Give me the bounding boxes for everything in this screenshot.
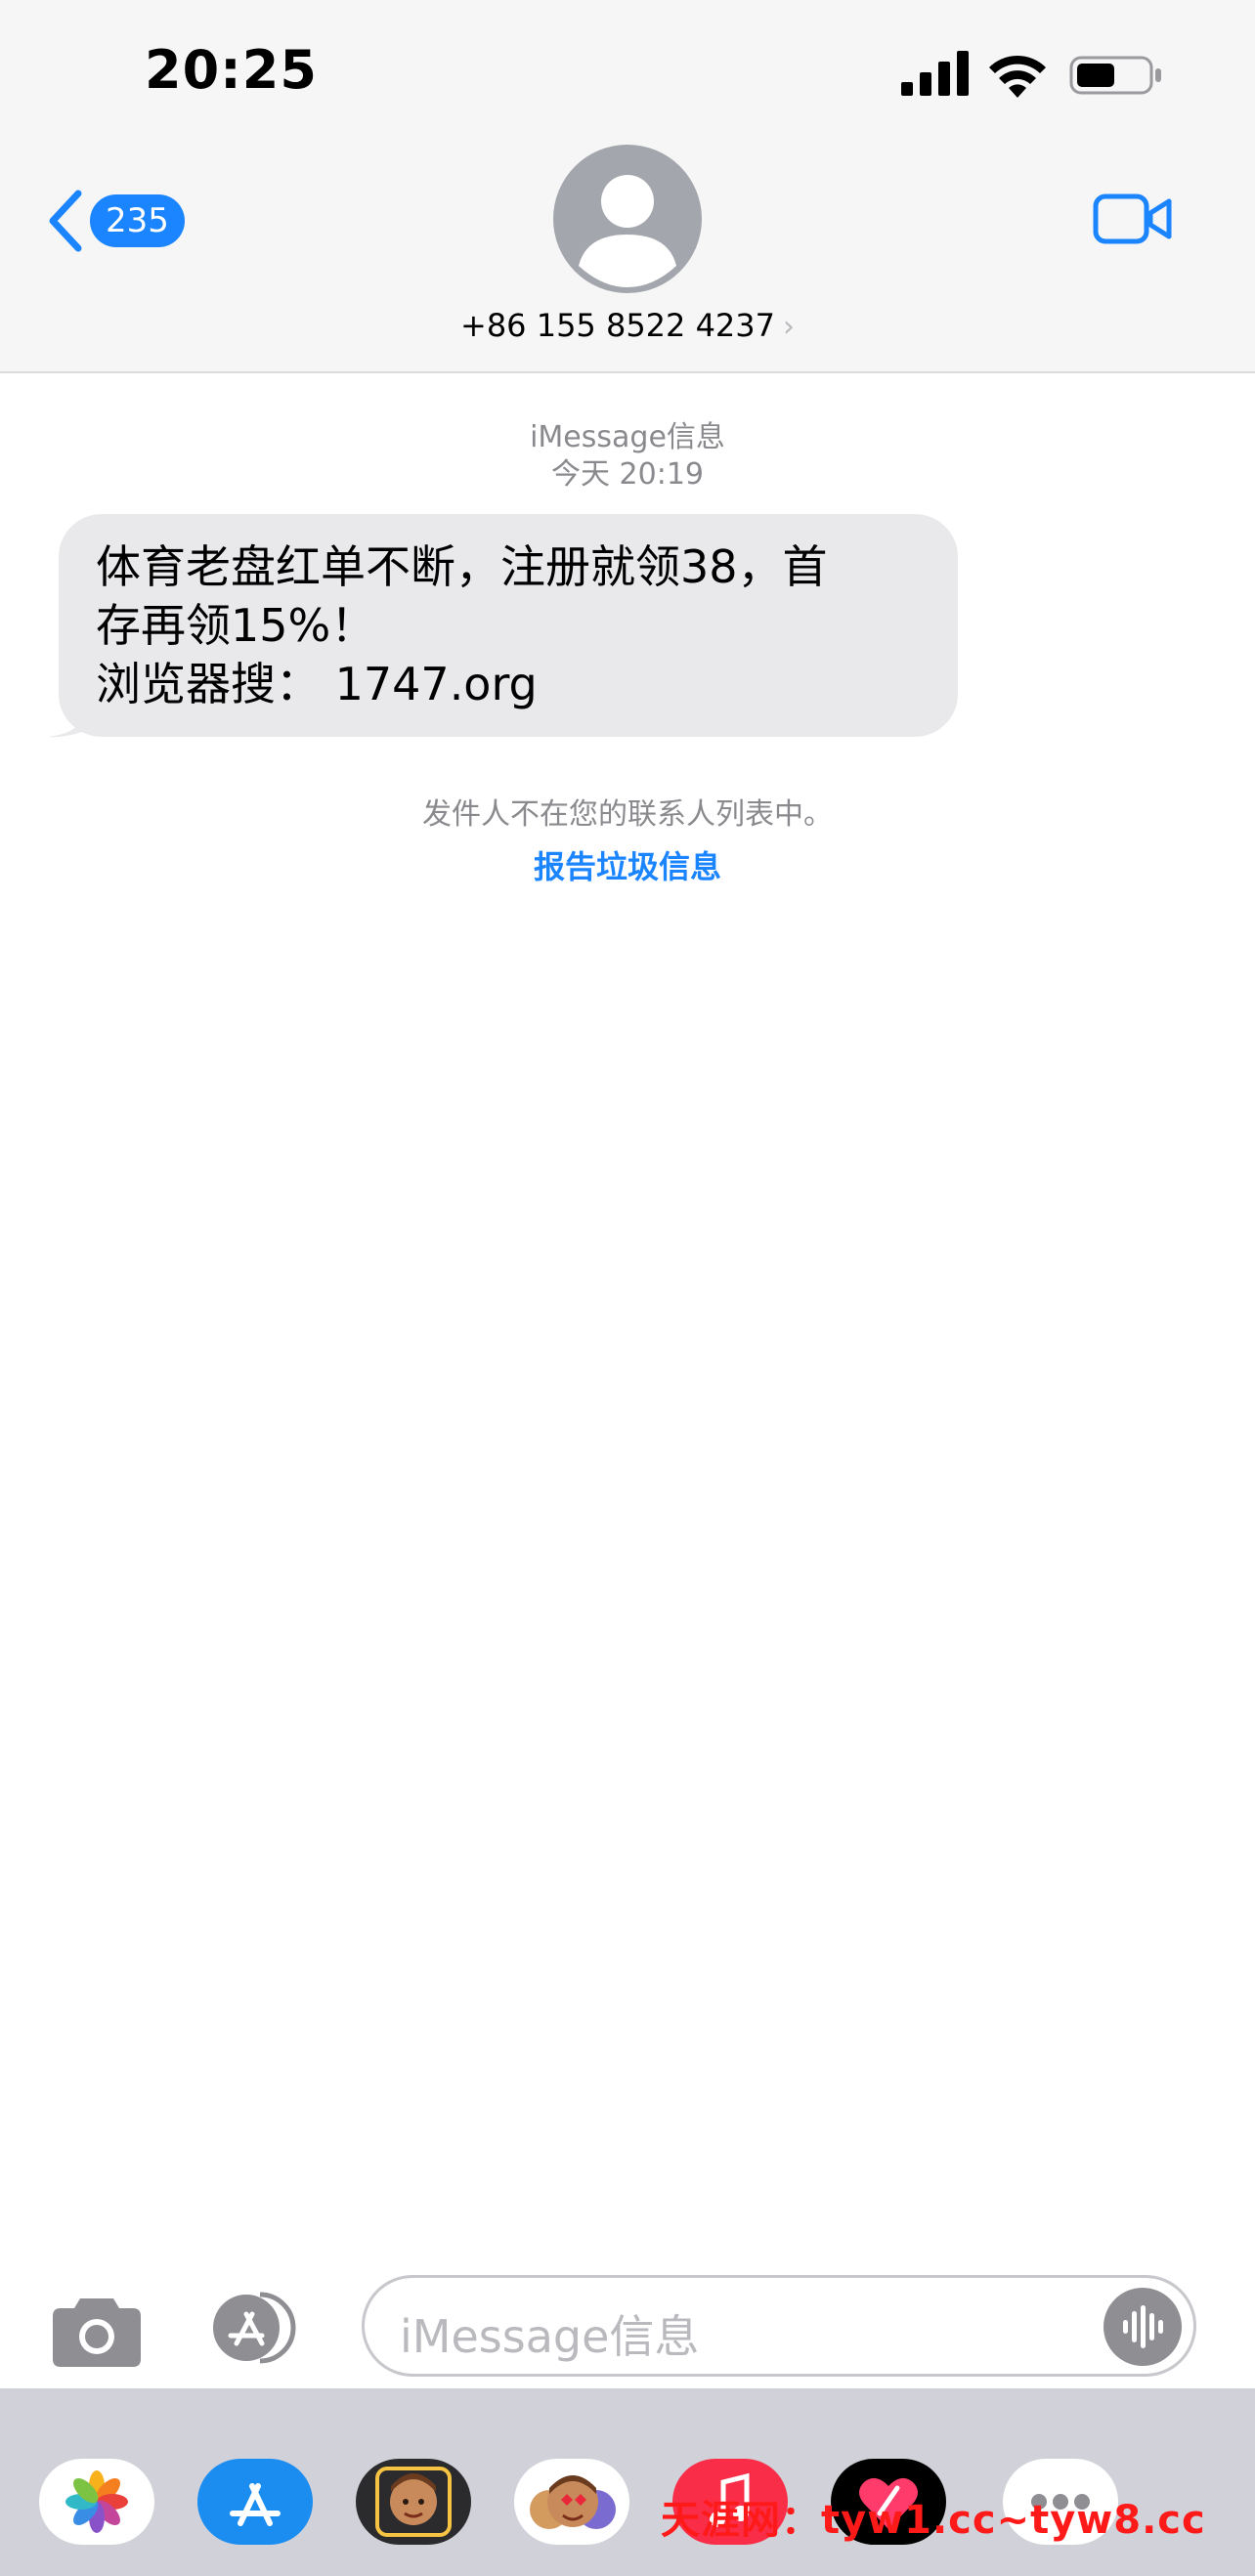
animoji-icon[interactable] xyxy=(514,2459,629,2545)
back-button[interactable]: 235 xyxy=(45,184,192,258)
wifi-icon xyxy=(989,55,1046,98)
unread-count-badge: 235 xyxy=(90,194,185,247)
facetime-video-icon[interactable] xyxy=(1093,192,1173,246)
message-bubble[interactable]: 体育老盘红单不断，注册就领38，首 存再领15%！ 浏览器搜： 1747.org xyxy=(59,514,958,737)
chevron-left-icon xyxy=(49,190,82,252)
contact-name[interactable]: +86 155 8522 4237 › xyxy=(0,307,1255,344)
message-line: 存再领15%！ xyxy=(96,599,376,652)
message-input-placeholder: iMessage信息 xyxy=(400,2310,700,2363)
app-store-apps-icon[interactable] xyxy=(201,2291,313,2365)
app-drawer xyxy=(0,2388,1255,2576)
person-silhouette-icon xyxy=(579,175,676,287)
message-line: 体育老盘红单不断，注册就领38，首 xyxy=(96,540,828,593)
message-input[interactable]: iMessage信息 xyxy=(362,2275,1196,2377)
report-junk-link[interactable]: 报告垃圾信息 xyxy=(0,842,1255,887)
photos-icon[interactable] xyxy=(39,2459,154,2545)
contact-avatar[interactable] xyxy=(553,145,702,293)
chevron-right-icon: › xyxy=(783,310,795,344)
app-store-icon[interactable] xyxy=(197,2459,313,2545)
status-time: 20:25 xyxy=(145,39,318,101)
watermark: 天涯网：tyw1.cc~tyw8.cc xyxy=(661,2498,1206,2543)
conversation-header: 20:25 235 +86 155 8522 4237 › xyxy=(0,0,1255,373)
cellular-signal-icon xyxy=(901,51,969,96)
audio-message-button[interactable] xyxy=(1104,2288,1182,2366)
unknown-sender-notice: 发件人不在您的联系人列表中。 xyxy=(422,797,833,832)
contact-number: +86 155 8522 4237 xyxy=(460,307,775,344)
message-line: 浏览器搜： 1747.org xyxy=(96,658,538,710)
camera-icon[interactable] xyxy=(51,2291,143,2369)
waveform-icon xyxy=(1123,2305,1163,2348)
memoji-stickers-icon[interactable] xyxy=(356,2459,471,2545)
battery-icon xyxy=(1069,56,1161,95)
message-timestamp: 今天 20:19 xyxy=(551,457,704,492)
